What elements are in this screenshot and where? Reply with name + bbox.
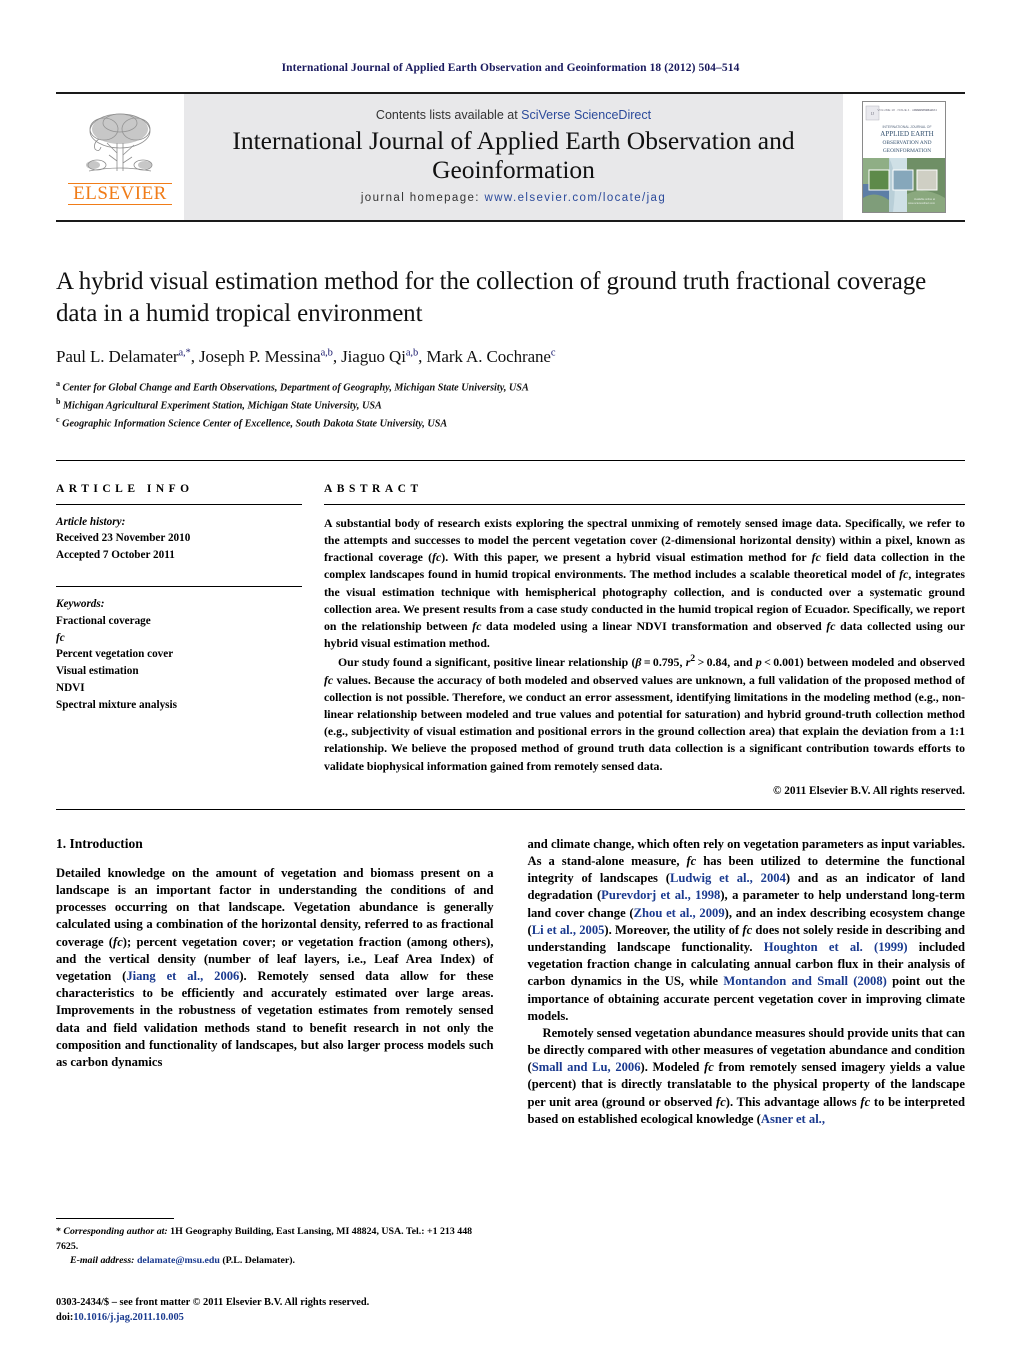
info-top-divider [56, 459, 965, 461]
paper-page: International Journal of Applied Earth O… [0, 0, 1021, 1351]
affiliation-marker-a: a [56, 379, 60, 388]
cover-artwork-icon: IJ VOLUME 18 · ISSUE 4 · AUGUST 2012 ISS… [863, 102, 945, 212]
journal-cover-thumbnail: IJ VOLUME 18 · ISSUE 4 · AUGUST 2012 ISS… [843, 94, 965, 220]
affiliation-text-a: Center for Global Change and Earth Obser… [62, 382, 529, 394]
keyword-5: Spectral mixture analysis [56, 698, 177, 711]
imprint-block: 0303-2434/$ – see front matter © 2011 El… [56, 1295, 526, 1325]
keyword-4: NDVI [56, 682, 85, 694]
contents-available-line: Contents lists available at SciVerse Sci… [376, 108, 651, 122]
keywords-group: Keywords: Fractional coverage fc Percent… [56, 586, 302, 718]
history-received: Received 23 November 2010 [56, 532, 191, 545]
keyword-2: Percent vegetation cover [56, 648, 174, 661]
body-column-left: 1. Introduction Detailed knowledge on th… [56, 836, 494, 1128]
intro-paragraph-right-1: and climate change, which often rely on … [527, 836, 966, 1023]
journal-title: International Journal of Applied Earth O… [232, 125, 795, 184]
body-columns: 1. Introduction Detailed knowledge on th… [56, 836, 965, 1128]
publisher-logo: ELSEVIER [56, 94, 184, 220]
journal-homepage-line: journal homepage: www.elsevier.com/locat… [361, 192, 666, 204]
keyword-3: Visual estimation [56, 665, 139, 678]
affiliation-c: c Geographic Information Science Center … [56, 414, 965, 432]
contents-prefix: Contents lists available at [375, 107, 522, 122]
affiliation-marker-c: c [56, 414, 60, 424]
affiliation-b: b Michigan Agricultural Experiment Stati… [56, 396, 965, 414]
info-bottom-divider [56, 808, 965, 810]
homepage-url-link[interactable]: www.elsevier.com/locate/jag [485, 192, 667, 204]
affiliation-marker-b: b [56, 396, 61, 406]
homepage-prefix: journal homepage: [360, 192, 485, 205]
article-info-heading: ARTICLE INFO [56, 482, 194, 495]
keyword-0: Fractional coverage [56, 614, 151, 627]
elsevier-tree-icon [86, 113, 153, 172]
info-abstract-row: ARTICLE INFO Article history: Received 2… [56, 483, 965, 797]
abstract-heading: ABSTRACT [324, 482, 423, 495]
svg-text:OBSERVATION AND: OBSERVATION AND [882, 140, 931, 146]
issn-copyright-line: 0303-2434/$ – see front matter © 2011 El… [56, 1296, 370, 1308]
affiliation-text-b: Michigan Agricultural Experiment Station… [63, 400, 382, 412]
masthead-center: Contents lists available at SciVerse Sci… [184, 94, 843, 220]
svg-text:Available online at: Available online at [914, 197, 935, 201]
body-column-right: and climate change, which often rely on … [528, 836, 966, 1128]
abstract-paragraph-1: A substantial body of research exists ex… [324, 515, 965, 651]
author-list: Paul L. Delamatera,*, Joseph P. Messinaa… [56, 347, 556, 366]
affiliation-a: a Center for Global Change and Earth Obs… [56, 378, 965, 396]
svg-text:GEOINFORMATION: GEOINFORMATION [883, 148, 931, 154]
running-head: International Journal of Applied Earth O… [281, 62, 740, 74]
abstract-column: ABSTRACT A substantial body of research … [324, 483, 965, 797]
history-accepted: Accepted 7 October 2011 [56, 549, 175, 562]
doi-link[interactable]: 10.1016/j.jag.2011.10.005 [73, 1312, 184, 1323]
abstract-paragraph-2: Our study found a significant, positive … [324, 653, 965, 773]
affiliation-list: a Center for Global Change and Earth Obs… [56, 378, 965, 432]
svg-text:APPLIED EARTH: APPLIED EARTH [880, 130, 933, 138]
intro-paragraph-right-2: Remotely sensed vegetation abundance mea… [527, 1025, 966, 1126]
article-info-rule [56, 503, 302, 505]
intro-paragraph-left: Detailed knowledge on the amount of vege… [56, 865, 494, 1069]
corresponding-author-note: * Corresponding author at: 1H Geography … [56, 1226, 473, 1252]
sciencedirect-link[interactable]: SciVerse ScienceDirect [521, 108, 651, 122]
title-block: A hybrid visual estimation method for th… [56, 266, 965, 432]
doi-label: doi: [56, 1311, 74, 1323]
svg-text:www.sciencedirect.com: www.sciencedirect.com [908, 201, 935, 205]
article-history-label: Article history: [56, 515, 126, 528]
doi-line: doi:10.1016/j.jag.2011.10.005 [56, 1310, 526, 1325]
footnote-area: * Corresponding author at: 1H Geography … [56, 1218, 496, 1269]
svg-text:ISSN 0303-2434: ISSN 0303-2434 [914, 108, 937, 112]
elsevier-wordmark: ELSEVIER [68, 182, 172, 206]
abstract-rule [324, 503, 965, 505]
article-history-group: Article history: Received 23 November 20… [56, 514, 302, 568]
keyword-1: fc [56, 631, 65, 644]
journal-masthead: ELSEVIER Contents lists available at Sci… [56, 92, 965, 222]
footnote-divider [56, 1218, 174, 1220]
abstract-copyright: © 2011 Elsevier B.V. All rights reserved… [772, 784, 965, 797]
keywords-rule [56, 586, 302, 588]
svg-text:INTERNATIONAL JOURNAL OF: INTERNATIONAL JOURNAL OF [882, 125, 931, 129]
keywords-label: Keywords: [56, 598, 105, 611]
section-heading-introduction: 1. Introduction [56, 835, 143, 851]
page-title: A hybrid visual estimation method for th… [56, 268, 927, 327]
svg-text:IJ: IJ [871, 111, 874, 116]
abstract-body: A substantial body of research exists ex… [324, 515, 965, 775]
email-note[interactable]: E-mail address: delamate@msu.edu (P.L. D… [56, 1254, 496, 1269]
article-info-column: ARTICLE INFO Article history: Received 2… [56, 483, 324, 797]
affiliation-text-c: Geographic Information Science Center of… [62, 418, 448, 430]
